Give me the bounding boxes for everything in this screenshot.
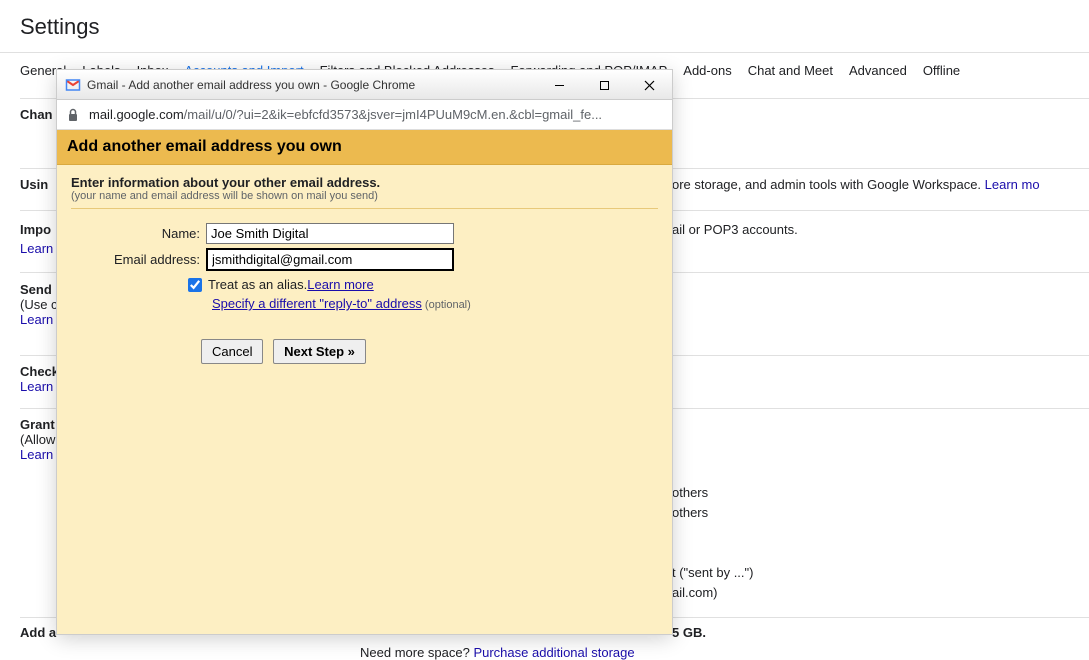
minimize-button[interactable] — [537, 70, 582, 100]
bg-section-import: Impo Learn — [20, 222, 53, 256]
name-label: Name: — [71, 226, 206, 241]
learn-more-link[interactable]: Learn mo — [985, 177, 1040, 192]
window-title: Gmail - Add another email address you ow… — [87, 78, 415, 92]
bg-text: ail.com) — [672, 585, 718, 600]
bg-section-change: Chan — [20, 107, 53, 122]
address-bar: mail.google.com/mail/u/0/?ui=2&ik=ebfcfd… — [57, 100, 672, 130]
bg-text: others — [672, 485, 708, 500]
window-titlebar: Gmail - Add another email address you ow… — [57, 70, 672, 100]
bg-text: t ("sent by ...") — [672, 565, 753, 580]
cancel-button[interactable]: Cancel — [201, 339, 263, 364]
purchase-storage-link[interactable]: Purchase additional storage — [473, 645, 634, 660]
next-step-button[interactable]: Next Step » — [273, 339, 366, 364]
url-host: mail.google.com — [89, 107, 184, 122]
intro-text: Enter information about your other email… — [71, 175, 658, 190]
maximize-button[interactable] — [582, 70, 627, 100]
alias-checkbox[interactable] — [188, 278, 202, 292]
tab-chat-meet[interactable]: Chat and Meet — [748, 63, 833, 78]
alias-learn-more-link[interactable]: Learn more — [307, 277, 373, 292]
lock-icon — [67, 108, 81, 122]
learn-link[interactable]: Learn — [20, 241, 53, 256]
url-path: /mail/u/0/?ui=2&ik=ebfcfd3573&jsver=jmI4… — [184, 107, 602, 122]
separator — [71, 208, 658, 209]
gmail-icon — [65, 77, 81, 93]
optional-label: (optional) — [422, 299, 471, 311]
close-button[interactable] — [627, 70, 672, 100]
bg-need-more: Need more space? Purchase additional sto… — [360, 645, 635, 660]
name-input[interactable] — [206, 223, 454, 244]
alias-label: Treat as an alias. — [208, 277, 307, 292]
bg-section-send: Send (Use c Learn — [20, 282, 58, 327]
email-input[interactable] — [206, 248, 454, 271]
bg-section-add: Add a 5 GB. — [20, 625, 56, 640]
bg-section-check: Check Learn — [20, 364, 59, 394]
popup-window: Gmail - Add another email address you ow… — [57, 70, 672, 634]
tab-addons[interactable]: Add-ons — [683, 63, 731, 78]
bg-text: others — [672, 505, 708, 520]
tab-advanced[interactable]: Advanced — [849, 63, 907, 78]
bg-section-grant: Grant (Allow Learn — [20, 417, 55, 462]
popup-body: Add another email address you own Enter … — [57, 130, 672, 634]
learn-link[interactable]: Learn — [20, 447, 53, 462]
email-label: Email address: — [71, 252, 206, 267]
intro-subtext: (your name and email address will be sho… — [71, 190, 658, 202]
bg-import-text: ail or POP3 accounts. — [672, 222, 798, 237]
reply-to-link[interactable]: Specify a different "reply-to" address — [212, 296, 422, 311]
page-title: Settings — [0, 0, 1089, 52]
learn-link[interactable]: Learn — [20, 312, 53, 327]
learn-link[interactable]: Learn — [20, 379, 53, 394]
popup-header: Add another email address you own — [57, 130, 672, 165]
tab-offline[interactable]: Offline — [923, 63, 960, 78]
